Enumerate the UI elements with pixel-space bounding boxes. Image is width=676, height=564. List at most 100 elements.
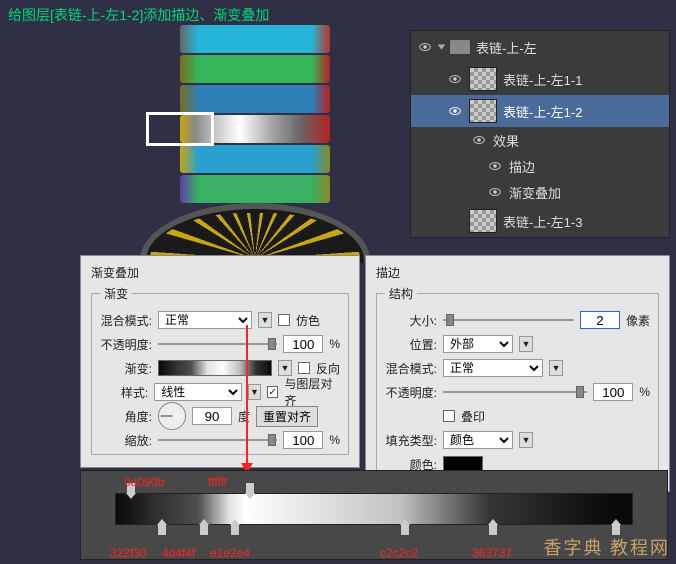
size-unit: 像素	[626, 312, 650, 329]
layer-row[interactable]: 表链-上-左1-3	[411, 205, 669, 237]
fx-label: 描边	[509, 157, 535, 176]
layers-panel: 表链-上-左 表链-上-左1-1 表链-上-左1-2 效果 描边 渐变叠加 表链…	[410, 30, 670, 238]
layer-label: 表链-上-左1-1	[503, 70, 582, 89]
watch-link	[180, 175, 330, 203]
visibility-icon[interactable]	[471, 132, 487, 148]
opacity-label: 不透明度:	[100, 336, 152, 353]
percent-label: %	[329, 337, 340, 351]
selection-highlight	[146, 112, 214, 146]
structure-fieldset: 结构 大小: 像素 位置: 外部 ▼ 混合模式: 正常 ▼ 不透明度: % 叠印	[376, 285, 659, 479]
opacity-stop[interactable]	[245, 482, 255, 494]
dither-checkbox[interactable]	[278, 314, 290, 326]
watch-link	[180, 85, 330, 113]
watch-link	[180, 25, 330, 53]
opacity-label: 不透明度:	[385, 384, 437, 401]
style-label: 样式:	[100, 384, 148, 401]
visibility-icon[interactable]	[447, 103, 463, 119]
fx-row[interactable]: 效果	[411, 127, 669, 153]
watch-preview	[140, 25, 375, 245]
layer-label: 表链-上-左1-2	[503, 102, 582, 121]
dropdown-icon[interactable]: ▼	[248, 384, 261, 400]
size-label: 大小:	[385, 312, 437, 329]
visibility-icon[interactable]	[417, 39, 433, 55]
watch-link	[180, 55, 330, 83]
annotation-arrow	[246, 325, 248, 465]
dropdown-icon[interactable]: ▼	[549, 360, 563, 376]
scale-input[interactable]	[283, 431, 323, 449]
visibility-icon[interactable]	[447, 213, 463, 229]
percent-label: %	[639, 385, 650, 399]
style-select[interactable]: 线性	[154, 383, 242, 401]
align-label: 与图层对齐	[284, 375, 340, 409]
layer-thumbnail	[469, 209, 497, 233]
fx-label: 效果	[493, 131, 519, 150]
fieldset-legend: 结构	[385, 285, 417, 302]
size-slider[interactable]	[443, 311, 574, 329]
fill-type-label: 填充类型:	[385, 432, 437, 449]
angle-dial[interactable]	[158, 402, 186, 430]
dither-label: 仿色	[296, 312, 320, 329]
layer-label: 表链-上-左1-3	[503, 212, 582, 231]
fieldset-legend: 渐变	[100, 285, 132, 302]
visibility-icon[interactable]	[447, 71, 463, 87]
layer-row-selected[interactable]: 表链-上-左1-2	[411, 95, 669, 127]
blend-mode-label: 混合模式:	[100, 312, 152, 329]
hex-annotation: ffffff	[208, 475, 227, 489]
fx-stroke-row[interactable]: 描边	[411, 153, 669, 179]
color-stop[interactable]	[400, 524, 410, 536]
blend-mode-select[interactable]: 正常	[158, 311, 252, 329]
layer-group-row[interactable]: 表链-上-左	[411, 31, 669, 63]
gradient-bar[interactable]	[115, 493, 633, 525]
blend-mode-label: 混合模式:	[385, 360, 437, 377]
gradient-label: 渐变:	[100, 360, 152, 377]
overprint-label: 叠印	[461, 408, 485, 425]
overprint-checkbox[interactable]	[443, 410, 455, 422]
opacity-slider[interactable]	[158, 335, 277, 353]
align-checkbox[interactable]	[267, 386, 278, 398]
color-stop[interactable]	[157, 524, 167, 536]
size-input[interactable]	[580, 311, 620, 329]
color-stop[interactable]	[199, 524, 209, 536]
position-select[interactable]: 外部	[443, 335, 513, 353]
scale-slider[interactable]	[158, 431, 277, 449]
opacity-input[interactable]	[593, 383, 633, 401]
opacity-input[interactable]	[283, 335, 323, 353]
reverse-label: 反向	[316, 360, 340, 377]
layer-thumbnail	[469, 67, 497, 91]
dropdown-icon[interactable]: ▼	[278, 360, 292, 376]
angle-label: 角度:	[100, 408, 152, 425]
dropdown-icon[interactable]: ▼	[519, 336, 533, 352]
hex-annotation: 363737	[472, 546, 512, 560]
angle-input[interactable]	[192, 407, 232, 425]
expand-icon[interactable]	[438, 45, 446, 50]
watermark: 香字典 教程网	[544, 534, 671, 560]
blend-mode-select[interactable]: 正常	[443, 359, 543, 377]
layer-row[interactable]: 表链-上-左1-1	[411, 63, 669, 95]
dialog-title: 描边	[376, 264, 659, 281]
color-stop[interactable]	[230, 524, 240, 536]
fx-label: 渐变叠加	[509, 183, 561, 202]
fx-gradient-row[interactable]: 渐变叠加	[411, 179, 669, 205]
stroke-dialog: 描边 结构 大小: 像素 位置: 外部 ▼ 混合模式: 正常 ▼ 不透明度: %	[365, 255, 670, 492]
hex-annotation: 4d4f4f	[162, 546, 195, 560]
angle-unit: 度	[238, 408, 250, 425]
reset-align-button[interactable]: 重置对齐	[256, 406, 318, 427]
hex-annotation: c2c2c2	[380, 546, 418, 560]
reverse-checkbox[interactable]	[298, 362, 310, 374]
hex-annotation: 0a090b	[124, 475, 164, 489]
visibility-icon[interactable]	[487, 184, 503, 200]
layer-label: 表链-上-左	[476, 38, 537, 57]
fill-type-select[interactable]: 颜色	[443, 431, 513, 449]
position-label: 位置:	[385, 336, 437, 353]
gradient-fieldset: 渐变 混合模式: 正常 ▼ 仿色 不透明度: % 渐变: ▼ 反向 样式: 线性…	[91, 285, 349, 455]
visibility-icon[interactable]	[487, 158, 503, 174]
opacity-slider[interactable]	[443, 383, 587, 401]
dropdown-icon[interactable]: ▼	[258, 312, 272, 328]
color-stop[interactable]	[488, 524, 498, 536]
dropdown-icon[interactable]: ▼	[519, 432, 533, 448]
watch-dial	[140, 203, 370, 263]
layer-thumbnail	[469, 99, 497, 123]
dialog-title: 渐变叠加	[91, 264, 349, 281]
hex-annotation: e1e2e4	[210, 546, 250, 560]
gradient-preview[interactable]	[158, 360, 272, 376]
